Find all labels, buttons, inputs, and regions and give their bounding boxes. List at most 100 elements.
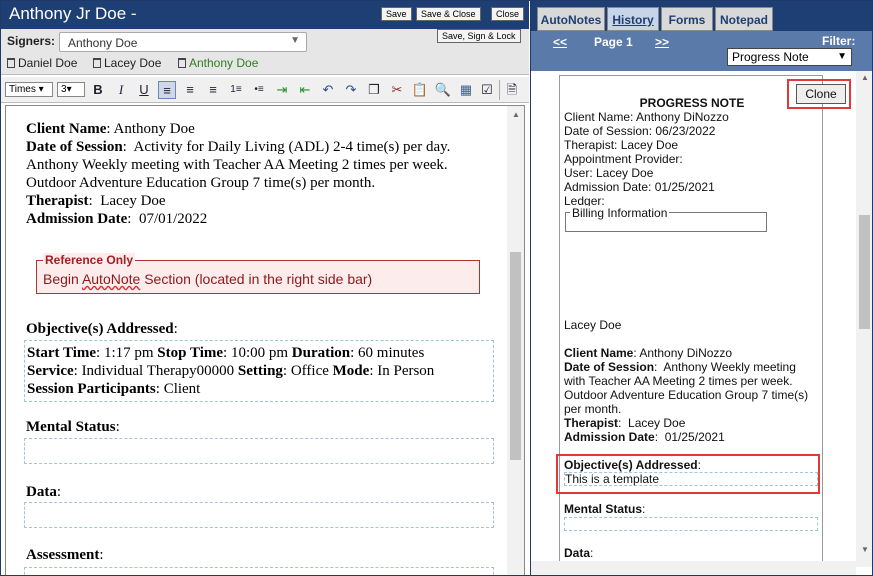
date-of-session-label: Date of Session: [26, 139, 123, 155]
window-title: Anthony Jr Doe -: [9, 4, 137, 23]
filter-select[interactable]: Progress Note ▼: [727, 48, 852, 66]
note-dos-label: Date of Session: [564, 360, 655, 374]
save-button[interactable]: Save: [381, 7, 412, 21]
history-list: Clone PROGRESS NOTE Client Name: Anthony…: [539, 73, 855, 567]
service-label: Service: [27, 363, 74, 379]
note-editor-panel: Anthony Jr Doe - Save Save & Close Close…: [1, 1, 529, 575]
data-field[interactable]: [24, 502, 494, 528]
save-close-button[interactable]: Save & Close: [416, 7, 481, 21]
note-data-label: Data: [564, 546, 591, 560]
mode: In Person: [377, 363, 435, 379]
duration: 60 minutes: [358, 345, 425, 361]
save-sign-lock-button[interactable]: Save, Sign & Lock: [437, 29, 521, 43]
underline-icon[interactable]: U: [135, 81, 153, 99]
history-scrollbar[interactable]: ▲ ▼: [856, 71, 872, 567]
tab-forms[interactable]: Forms: [661, 7, 713, 31]
trash-icon[interactable]: [178, 58, 186, 68]
cut-icon[interactable]: ✂: [388, 81, 406, 99]
size-select-value: 3: [61, 84, 67, 95]
toolbar-divider: [499, 80, 500, 100]
italic-icon[interactable]: I: [112, 81, 130, 99]
signer-chip[interactable]: Lacey Doe: [93, 56, 161, 70]
paste-icon[interactable]: 📋: [411, 81, 429, 99]
signers-label: Signers:: [7, 34, 56, 48]
editor-scrollbar[interactable]: ▲: [507, 106, 524, 575]
signer-name: Anthony Doe: [189, 56, 259, 70]
checkbox-icon[interactable]: ☑: [478, 81, 496, 99]
note-objectives-field: This is a template: [564, 472, 818, 486]
assessment-field[interactable]: [24, 567, 494, 575]
redo-icon[interactable]: ↷: [342, 81, 360, 99]
note-client-name-label: Client Name: [564, 346, 634, 360]
assessment-label: Assessment: [26, 547, 100, 563]
prev-page-link[interactable]: <<: [553, 35, 567, 49]
history-horizontal-scrollbar[interactable]: [531, 561, 856, 575]
participants: Client: [163, 381, 201, 397]
history-nav-bar: << Page 1 >> Filter: Progress Note ▼: [531, 31, 872, 71]
note-line: Date of Session: 06/23/2022: [564, 124, 716, 138]
tab-notepad[interactable]: Notepad: [715, 7, 773, 31]
stop-time: 10:00 pm: [230, 345, 289, 361]
billing-info-label: Billing Information: [570, 206, 670, 220]
reference-only-label: Reference Only: [43, 253, 136, 267]
note-therapist: Lacey Doe: [628, 416, 686, 430]
close-button[interactable]: Close: [491, 7, 525, 21]
signer-chip[interactable]: Anthony Doe: [178, 56, 258, 70]
font-select-value: Times: [9, 84, 36, 95]
note-admission: 01/25/2021: [664, 430, 725, 444]
scrollbar-thumb[interactable]: [859, 215, 870, 329]
note-therapist-label: Therapist: [564, 416, 619, 430]
trash-icon[interactable]: [7, 58, 15, 68]
editor-toolbar: Times ▾ 3▾ B I U ≡ ≡ ≡ 1≡ •≡ ⇥ ⇤ ↶ ↷ ❐ ✂…: [1, 77, 529, 103]
objectives-heading: Objective(s) Addressed:: [26, 321, 178, 337]
note-line: Appointment Provider:: [564, 152, 683, 166]
note-client-block: Client Name: Anthony DiNozzo Date of Ses…: [564, 346, 809, 444]
indent-icon[interactable]: ⇥: [273, 81, 291, 99]
outdent-icon[interactable]: ⇤: [296, 81, 314, 99]
tab-history[interactable]: History: [607, 7, 659, 31]
note-editor[interactable]: Client Name: Anthony Doe Date of Session…: [5, 105, 525, 575]
note-signer: Lacey Doe: [564, 318, 622, 332]
copy-icon[interactable]: ❐: [365, 81, 383, 99]
bullet-list-icon[interactable]: •≡: [250, 81, 268, 99]
mental-status-field[interactable]: [24, 438, 494, 464]
document-icon[interactable]: 🗎: [503, 81, 521, 99]
find-icon[interactable]: 🔍: [434, 81, 452, 99]
chevron-down-icon: ▼: [290, 35, 300, 46]
note-admission-label: Admission Date: [564, 430, 655, 444]
mode-label: Mode: [332, 363, 370, 379]
note-mental-label: Mental Status: [564, 502, 643, 516]
filter-select-value: Progress Note: [732, 50, 809, 64]
note-mental-heading: Mental Status:: [564, 502, 646, 516]
bold-icon[interactable]: B: [89, 81, 107, 99]
autonote-word: AutoNote: [81, 271, 141, 287]
font-select[interactable]: Times ▾: [5, 82, 53, 97]
chevron-down-icon: ▼: [837, 51, 847, 62]
session-details-field[interactable]: Start Time: 1:17 pm Stop Time: 10:00 pm …: [24, 340, 494, 402]
trash-icon[interactable]: [93, 58, 101, 68]
client-header-block: Client Name: Anthony Doe Date of Session…: [26, 121, 451, 227]
align-left-icon[interactable]: ≡: [158, 81, 176, 99]
next-page-link[interactable]: >>: [655, 35, 669, 49]
table-icon[interactable]: ▦: [457, 81, 475, 99]
undo-icon[interactable]: ↶: [319, 81, 337, 99]
mental-status-label: Mental Status: [26, 419, 116, 435]
tab-autonotes[interactable]: AutoNotes: [537, 7, 605, 31]
scrollbar-thumb[interactable]: [510, 252, 521, 460]
scroll-up-icon[interactable]: ▲: [512, 110, 520, 119]
scroll-up-icon[interactable]: ▲: [861, 73, 869, 82]
note-objectives-heading: Objective(s) Addressed:: [564, 458, 701, 472]
note-title: PROGRESS NOTE: [639, 96, 745, 110]
note-mental-field: [564, 517, 818, 531]
setting: Office: [290, 363, 329, 379]
reference-only-box: Reference Only Begin AutoNote Section (l…: [36, 253, 480, 294]
numbered-list-icon[interactable]: 1≡: [227, 81, 245, 99]
signer-select[interactable]: Anthony Doe ▼: [59, 32, 307, 52]
filter-label: Filter:: [822, 34, 856, 48]
size-select[interactable]: 3▾: [57, 82, 85, 97]
scroll-down-icon[interactable]: ▼: [861, 545, 869, 554]
align-right-icon[interactable]: ≡: [204, 81, 222, 99]
signer-chip[interactable]: Daniel Doe: [7, 56, 77, 70]
align-center-icon[interactable]: ≡: [181, 81, 199, 99]
client-name: Anthony Doe: [113, 121, 195, 137]
